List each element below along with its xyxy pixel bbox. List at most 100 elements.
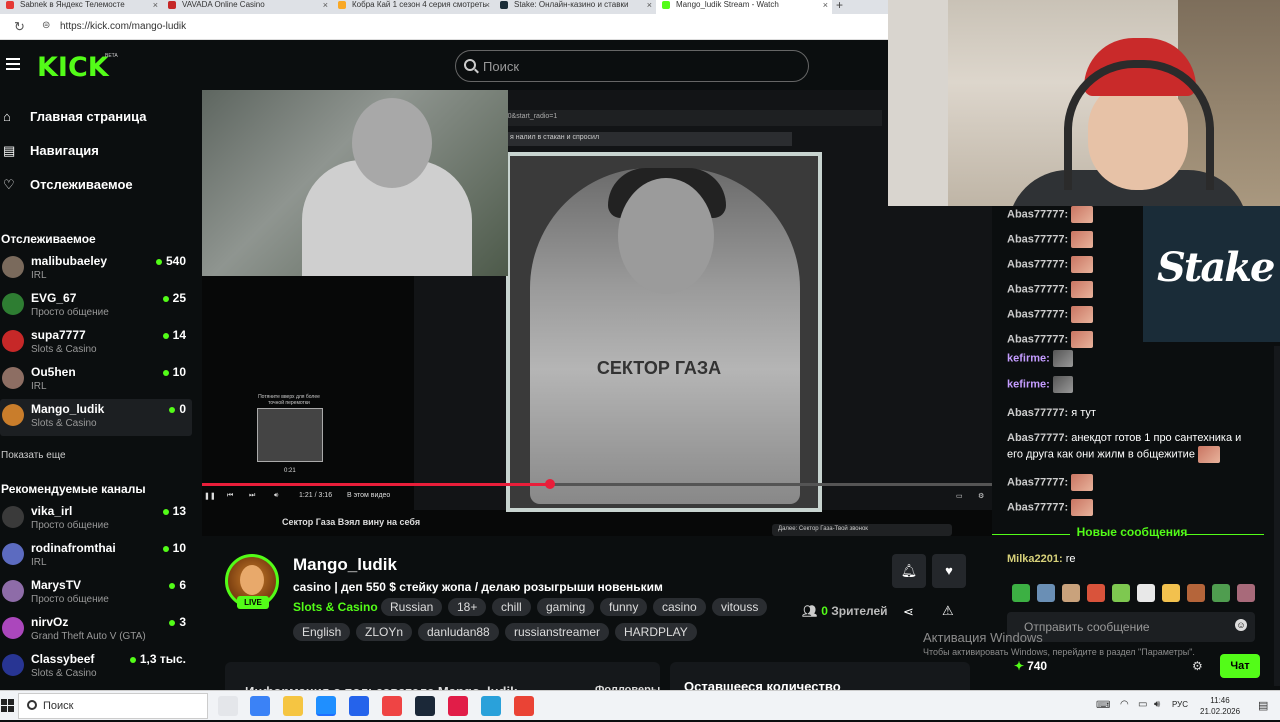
chrome-icon[interactable] (514, 696, 534, 716)
sidebar-nav-item[interactable]: ▤ Навигация (0, 140, 196, 164)
edge-icon[interactable] (316, 696, 336, 716)
stream-tag[interactable]: danludan88 (418, 623, 499, 641)
menu-icon[interactable] (6, 58, 20, 70)
keyboard-icon[interactable]: ⌨ (1096, 700, 1110, 711)
chat-username[interactable]: Abas77777: (1007, 333, 1068, 345)
task-view-icon[interactable] (218, 696, 238, 716)
stream-tag[interactable]: gaming (537, 598, 595, 616)
stream-tag[interactable]: chill (492, 598, 531, 616)
chat-username[interactable]: kefirme: (1007, 378, 1050, 390)
chat-settings-icon[interactable]: ⚙ (1192, 659, 1203, 673)
share-icon[interactable]: ⋖ (903, 604, 914, 620)
file-explorer-icon[interactable] (283, 696, 303, 716)
stream-tag[interactable]: English (293, 623, 351, 641)
close-icon[interactable]: × (823, 0, 828, 10)
chat-username[interactable]: Abas77777: (1007, 407, 1068, 419)
chat-username[interactable]: Abas77777: (1007, 476, 1068, 488)
stream-tag[interactable]: casino (653, 598, 706, 616)
yandex-icon[interactable] (448, 696, 468, 716)
emote-quick-icon[interactable] (1087, 584, 1105, 602)
new-messages-divider[interactable]: Новые сообщения (992, 525, 1272, 543)
steam-icon[interactable] (415, 696, 435, 716)
start-icon[interactable] (0, 695, 16, 717)
sidebar-nav-item[interactable]: ⌂ Главная страница (0, 106, 196, 130)
sidebar-channel[interactable]: rodinafromthai IRL 10 (0, 538, 192, 575)
sidebar-channel[interactable]: nirvOz Grand Theft Auto V (GTA) 3 (0, 612, 192, 649)
browser-tab[interactable]: Sabnek в Яндекс Телемосте × (0, 0, 162, 14)
browser-tab[interactable]: Кобра Кай 1 сезон 4 серия смотреть × (332, 0, 494, 14)
search-input[interactable]: Поиск (455, 50, 809, 82)
stream-tag[interactable]: vitouss (712, 598, 768, 616)
browser-tab[interactable]: VAVADA Online Casino × (162, 0, 332, 14)
chat-send-button[interactable]: Чат (1220, 654, 1260, 678)
chat-username[interactable]: Abas77777: (1007, 308, 1068, 320)
language-indicator[interactable]: РУС (1172, 700, 1188, 709)
chat-username[interactable]: kefirme: (1007, 352, 1050, 364)
close-icon[interactable]: × (647, 0, 652, 10)
mail-icon[interactable] (349, 696, 369, 716)
stream-tag[interactable]: 18+ (448, 598, 487, 616)
chat-username[interactable]: Abas77777: (1007, 501, 1068, 513)
pause-icon[interactable]: ❚❚ (204, 492, 216, 500)
emote-quick-icon[interactable] (1037, 584, 1055, 602)
notification-button[interactable]: 🔔︎ (892, 554, 926, 588)
emote-quick-icon[interactable] (1112, 584, 1130, 602)
stream-tag[interactable]: russianstreamer (505, 623, 610, 641)
chat-username[interactable]: Abas77777: (1007, 258, 1068, 270)
emote-quick-icon[interactable] (1012, 584, 1030, 602)
stream-tag[interactable]: ZLOYn (356, 623, 413, 641)
reload-icon[interactable]: ↻ (14, 19, 25, 35)
emote-quick-icon[interactable] (1237, 584, 1255, 602)
show-more-link[interactable]: Показать еще (1, 450, 66, 461)
volume-tray-icon[interactable]: 🔊︎ (1154, 699, 1160, 710)
site-info-icon[interactable]: ⊜ (42, 20, 50, 31)
next-icon[interactable]: ⏭ (249, 492, 255, 500)
sidebar-nav-item[interactable]: ♡ Отслеживаемое (0, 174, 196, 198)
url-field[interactable]: https://kick.com/mango-ludik (60, 21, 186, 32)
subtitles-icon[interactable]: ▭ (956, 492, 963, 500)
progress-handle[interactable] (544, 479, 555, 489)
sidebar-channel[interactable]: malibubaeley IRL 540 (0, 251, 192, 288)
taskbar-search[interactable]: Поиск (18, 693, 208, 719)
chapter-label[interactable]: В этом видео (347, 492, 390, 499)
video-progress-bar[interactable] (202, 479, 992, 489)
channel-points[interactable]: ✦ 740 (1014, 659, 1047, 673)
report-icon[interactable]: ⚠ (942, 603, 954, 619)
follow-button[interactable]: ♥ (932, 554, 966, 588)
clock[interactable]: 11:46 21.02.2026 (1200, 695, 1240, 717)
emote-quick-icon[interactable] (1162, 584, 1180, 602)
emote-quick-icon[interactable] (1137, 584, 1155, 602)
settings-icon[interactable]: ⚙ (978, 492, 984, 500)
stream-category[interactable]: Slots & Casino (293, 600, 378, 614)
telegram-icon[interactable] (481, 696, 501, 716)
previous-icon[interactable]: ⏮ (227, 492, 233, 500)
chat-username[interactable]: Abas77777: (1007, 283, 1068, 295)
new-tab-button[interactable]: + (836, 0, 843, 12)
notifications-icon[interactable]: ▤ (1258, 699, 1268, 712)
sidebar-channel[interactable]: vika_irl Просто общение 13 (0, 501, 192, 538)
chat-scrollbar[interactable] (1274, 346, 1280, 686)
close-icon[interactable]: × (153, 0, 158, 10)
close-icon[interactable]: × (323, 0, 328, 10)
emote-quick-icon[interactable] (1212, 584, 1230, 602)
yandex-browser-icon[interactable] (382, 696, 402, 716)
next-video-label[interactable]: Далее: Сектор Газа-Твой звонок (772, 524, 952, 536)
stream-tag[interactable]: Russian (381, 598, 443, 616)
stream-tag[interactable]: HARDPLAY (615, 623, 697, 641)
video-player[interactable]: ...0y2C7ZAf&t=0&start_radio=1 я налил в … (202, 90, 992, 536)
streamer-name[interactable]: Mango_ludik (293, 555, 397, 575)
emote-quick-icon[interactable] (1062, 584, 1080, 602)
volume-icon[interactable]: 🔊︎ (274, 492, 278, 500)
sidebar-channel[interactable]: Classybeef Slots & Casino 1,3 тыс. (0, 649, 192, 686)
start-menu-app-icon[interactable] (250, 696, 270, 716)
stream-tag[interactable]: funny (600, 598, 648, 616)
chat-username[interactable]: Abas77777: (1007, 208, 1068, 220)
sidebar-channel[interactable]: supa7777 Slots & Casino 14 (0, 325, 192, 362)
chat-username[interactable]: Abas77777: (1007, 432, 1068, 444)
kick-logo[interactable]: KICK (37, 52, 109, 83)
sidebar-channel[interactable]: EVG_67 Просто общение 25 (0, 288, 192, 325)
close-icon[interactable]: × (485, 0, 490, 10)
browser-tab[interactable]: Mango_ludik Stream - Watch × (656, 0, 832, 14)
network-icon[interactable]: ▭ (1138, 699, 1147, 710)
sidebar-channel[interactable]: Ou5hen IRL 10 (0, 362, 192, 399)
